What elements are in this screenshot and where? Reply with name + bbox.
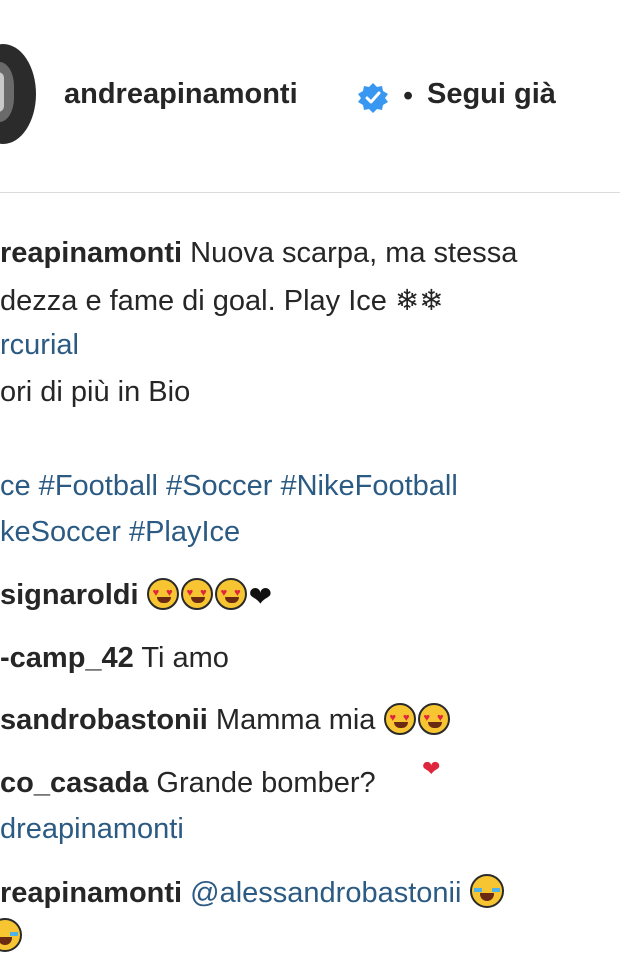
comment-text-suffix: ? — [359, 767, 376, 799]
heart-eyes-emoji: ♥ ♥ — [180, 578, 213, 610]
post-header: andreapinamonti • Segui già — [0, 0, 620, 192]
hashtag-line[interactable]: ce #Football #Soccer #NikeFootball — [0, 469, 458, 503]
comment-row: -camp_42 Ti amo — [0, 641, 229, 675]
comment-row: sandrobastonii Mamma mia ♥ ♥ ♥ ♥ — [0, 703, 452, 737]
username-link[interactable]: andreapinamonti — [64, 78, 298, 111]
following-button[interactable]: Segui già — [427, 78, 556, 111]
heart-eyes-emoji: ♥ ♥ — [146, 578, 179, 610]
heart-eyes-emoji: ♥ ♥ — [383, 703, 416, 735]
black-heart-icon: ❤ — [248, 581, 273, 612]
hashtag-line[interactable]: keSoccer #PlayIce — [0, 515, 240, 549]
caption-text: Nuova scarpa, ma stessa — [190, 237, 518, 269]
caption-author[interactable]: reapinamonti — [0, 237, 182, 269]
comment-text: Mamma mia — [215, 704, 376, 736]
comment-row: reapinamonti @alessandrobastonii — [0, 874, 504, 910]
caption-line-4: ori di più in Bio — [0, 376, 191, 408]
divider — [0, 192, 620, 193]
comment-username[interactable]: signaroldi — [0, 579, 139, 611]
laughing-tears-emoji — [469, 874, 504, 908]
comment-row: signaroldi ♥ ♥ ♥ ♥ ♥ ♥ ❤ — [0, 578, 272, 614]
caption-line-1: reapinamonti Nuova scarpa, ma stessa — [0, 236, 517, 270]
separator-dot: • — [403, 80, 414, 112]
avatar[interactable] — [0, 44, 36, 144]
heart-eyes-emoji: ♥ ♥ — [214, 578, 247, 610]
comment-text: Grande bomber — [156, 767, 360, 799]
caption-text: dezza e fame di goal. Play Ice ❄❄ — [0, 285, 444, 317]
mention-link[interactable]: dreapinamonti — [0, 812, 184, 846]
red-heart-icon: ❤ — [422, 756, 441, 781]
heart-eyes-emoji: ♥ ♥ — [417, 703, 450, 735]
verified-badge-icon — [358, 83, 388, 113]
comment-username[interactable]: sandrobastonii — [0, 704, 208, 736]
laughing-tears-emoji — [0, 918, 22, 952]
mention-link[interactable]: @alessandrobastonii — [190, 877, 461, 909]
comment-username[interactable]: reapinamonti — [0, 877, 182, 909]
comment-username[interactable]: co_casada — [0, 767, 148, 799]
comment-text: Ti amo — [141, 642, 229, 674]
hashtag-link[interactable]: rcurial — [0, 328, 79, 362]
comment-row: co_casada Grande bomber? — [0, 766, 376, 800]
comment-username[interactable]: -camp_42 — [0, 642, 134, 674]
caption-line-2: dezza e fame di goal. Play Ice ❄❄ — [0, 284, 444, 318]
